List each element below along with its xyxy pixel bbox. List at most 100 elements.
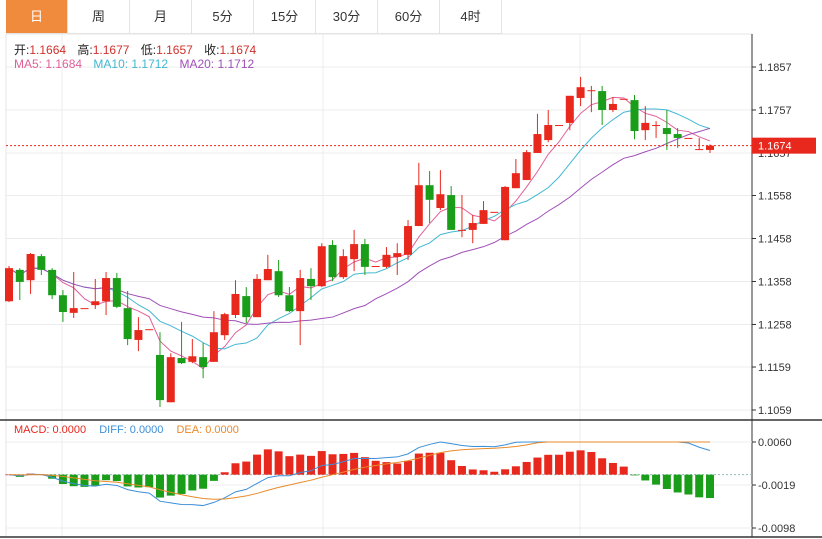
candle-body [199, 357, 208, 368]
candle-body [242, 296, 251, 318]
candle-body [662, 128, 671, 135]
candle-body [587, 90, 596, 92]
candle [501, 186, 510, 241]
candle-body [641, 122, 650, 131]
close-label: 收: [204, 43, 220, 57]
macd-bar [555, 454, 564, 475]
y-tick-label: 1.1757 [758, 105, 792, 117]
macd-bar [231, 463, 240, 475]
candle-body [673, 134, 682, 138]
open-label: 开: [14, 43, 30, 57]
candle-body [630, 100, 639, 132]
candle [652, 121, 661, 138]
candle [425, 171, 434, 224]
candle [48, 268, 57, 300]
candle [5, 266, 13, 303]
candle-body [285, 295, 294, 312]
candle [199, 342, 208, 379]
macd-bar [468, 469, 477, 475]
candle-body [544, 125, 553, 141]
candle [630, 94, 639, 140]
candle-body [231, 293, 240, 316]
candle-body [177, 357, 186, 364]
candle-body [468, 223, 477, 230]
macd-bar [285, 456, 294, 475]
candle-body [608, 103, 617, 110]
macd-bar [576, 450, 585, 475]
candle-body [102, 278, 111, 302]
candle [695, 137, 704, 151]
candle-body [274, 271, 283, 296]
macd-bar [188, 474, 197, 491]
y-tick-label: 1.1258 [758, 319, 792, 331]
candle-body [112, 278, 121, 307]
candle [296, 269, 305, 346]
candle [684, 137, 693, 139]
candle-body [457, 229, 466, 231]
macd-bar [199, 474, 208, 489]
ma10-line [8, 108, 711, 350]
macd-bar [479, 470, 488, 475]
candle [37, 253, 46, 276]
last-price-label: 1.1674 [758, 141, 792, 153]
macd-bar [242, 461, 251, 475]
macd-bar [317, 451, 326, 475]
macd-bar [695, 474, 704, 498]
candle [242, 287, 251, 324]
candle-body [328, 244, 337, 278]
candle-body [350, 244, 359, 260]
candle-body [414, 185, 423, 227]
candle [80, 308, 89, 310]
candle-body [522, 152, 531, 181]
candle-body [296, 278, 305, 312]
macd-bar [522, 461, 531, 475]
y-tick-label: 1.1159 [758, 362, 791, 374]
macd-bar [253, 454, 262, 475]
candle [565, 95, 574, 131]
macd-y-tick-label: -0.0098 [758, 523, 795, 535]
candle [58, 290, 67, 322]
candle [253, 274, 262, 318]
candle [662, 109, 671, 150]
macd-y-tick-label: 0.0060 [758, 437, 792, 449]
candle [576, 76, 585, 107]
candle [231, 280, 240, 319]
candle-body [533, 134, 542, 153]
candle-body [26, 253, 35, 281]
y-tick-label: 1.1358 [758, 276, 792, 288]
candle [134, 317, 143, 352]
macd-value: MACD: 0.0000 [14, 424, 87, 436]
candle [360, 238, 369, 276]
candle-body [576, 87, 585, 98]
candle [371, 266, 380, 268]
candle-body [166, 357, 175, 403]
candle-body [48, 269, 57, 296]
candle [522, 149, 531, 181]
ma5-value: MA5: 1.1684 [14, 57, 83, 71]
candle [479, 201, 488, 224]
dea-value: DEA: 0.0000 [176, 424, 239, 436]
candle-body [15, 269, 24, 282]
candle-body [155, 354, 164, 401]
macd-bar [641, 474, 650, 481]
candle [598, 85, 607, 126]
candle [339, 249, 348, 279]
candle-body [565, 95, 574, 123]
candle-body [511, 173, 520, 189]
macd-bar [598, 458, 607, 475]
candle-body [253, 278, 262, 318]
candle [166, 353, 175, 403]
candle-body [684, 137, 693, 139]
candle [511, 158, 520, 189]
close-value: 1.1674 [219, 43, 257, 57]
candle [533, 113, 542, 153]
candle-body [652, 125, 661, 127]
candle [317, 243, 326, 288]
candle-body [393, 253, 402, 257]
candle [263, 254, 272, 281]
macd-bar [350, 452, 359, 475]
macd-bar [360, 457, 369, 475]
candle [447, 186, 456, 230]
candle-body [501, 186, 510, 241]
ohlc-info: 开:1.1664 高:1.1677 低:1.1657 收:1.1674 [14, 41, 264, 58]
